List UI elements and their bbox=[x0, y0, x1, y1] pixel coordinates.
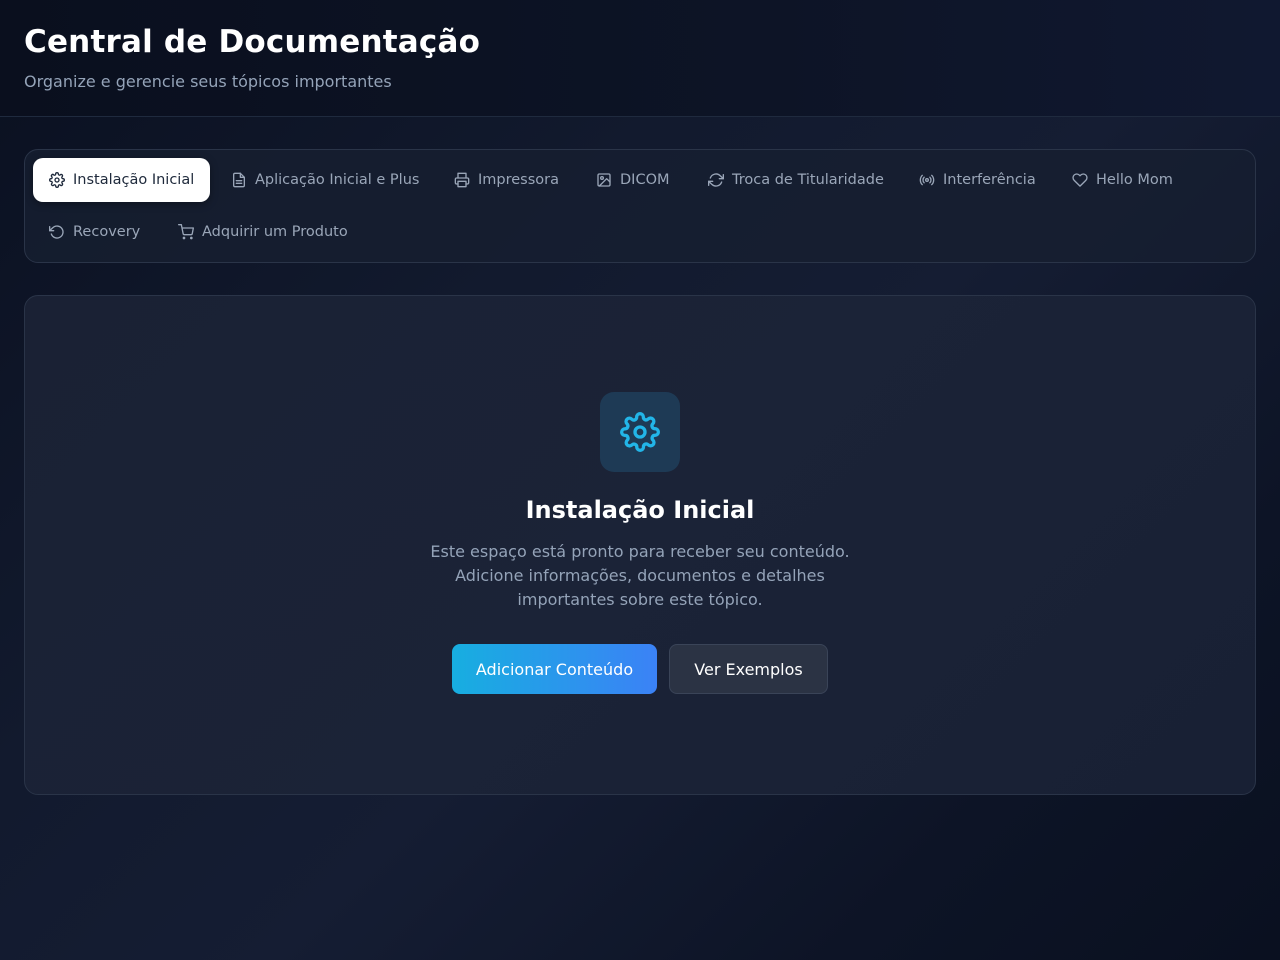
tab-hello-mom[interactable]: Hello Mom bbox=[1056, 158, 1189, 202]
tab-impressora[interactable]: Impressora bbox=[438, 158, 575, 202]
cart-icon bbox=[178, 224, 194, 240]
tab-label: Adquirir um Produto bbox=[202, 224, 348, 240]
tab-interferencia[interactable]: Interferência bbox=[903, 158, 1052, 202]
tab-label: Hello Mom bbox=[1096, 172, 1173, 188]
tab-aplicacao-inicial-e-plus[interactable]: Aplicação Inicial e Plus bbox=[215, 158, 435, 202]
tab-label: Instalação Inicial bbox=[73, 172, 195, 188]
tab-dicom[interactable]: DICOM bbox=[580, 158, 686, 202]
tab-label: DICOM bbox=[620, 172, 670, 188]
tab-label: Recovery bbox=[73, 224, 141, 240]
view-examples-button[interactable]: Ver Exemplos bbox=[669, 644, 828, 694]
content-title: Instalação Inicial bbox=[525, 496, 755, 524]
document-icon bbox=[231, 172, 247, 188]
rotate-ccw-icon bbox=[49, 224, 65, 240]
page-subtitle: Organize e gerencie seus tópicos importa… bbox=[24, 72, 392, 91]
content-description: Este espaço está pronto para receber seu… bbox=[430, 542, 850, 609]
tab-troca-de-titularidade[interactable]: Troca de Titularidade bbox=[692, 158, 900, 202]
tab-label: Impressora bbox=[478, 172, 559, 188]
tab-label: Interferência bbox=[943, 172, 1036, 188]
topic-tabs: Instalação Inicial Aplicação Inicial e P… bbox=[24, 149, 1256, 263]
heart-icon bbox=[1072, 172, 1088, 188]
tab-recovery[interactable]: Recovery bbox=[33, 210, 156, 254]
content-panel: Instalação Inicial Este espaço está pron… bbox=[24, 295, 1256, 795]
tab-instalacao-inicial[interactable]: Instalação Inicial bbox=[33, 158, 211, 202]
page-title: Central de Documentação bbox=[24, 24, 481, 60]
image-icon bbox=[596, 172, 612, 188]
refresh-icon bbox=[708, 172, 724, 188]
gear-icon bbox=[49, 172, 65, 188]
tab-label: Aplicação Inicial e Plus bbox=[255, 172, 420, 188]
broadcast-icon bbox=[919, 172, 935, 188]
tab-adquirir-um-produto[interactable]: Adquirir um Produto bbox=[162, 210, 364, 254]
page-header: Central de Documentação Organize e geren… bbox=[0, 0, 1280, 117]
tab-label: Troca de Titularidade bbox=[732, 172, 884, 188]
gear-icon bbox=[600, 392, 680, 472]
printer-icon bbox=[454, 172, 470, 188]
add-content-button[interactable]: Adicionar Conteúdo bbox=[452, 644, 657, 694]
